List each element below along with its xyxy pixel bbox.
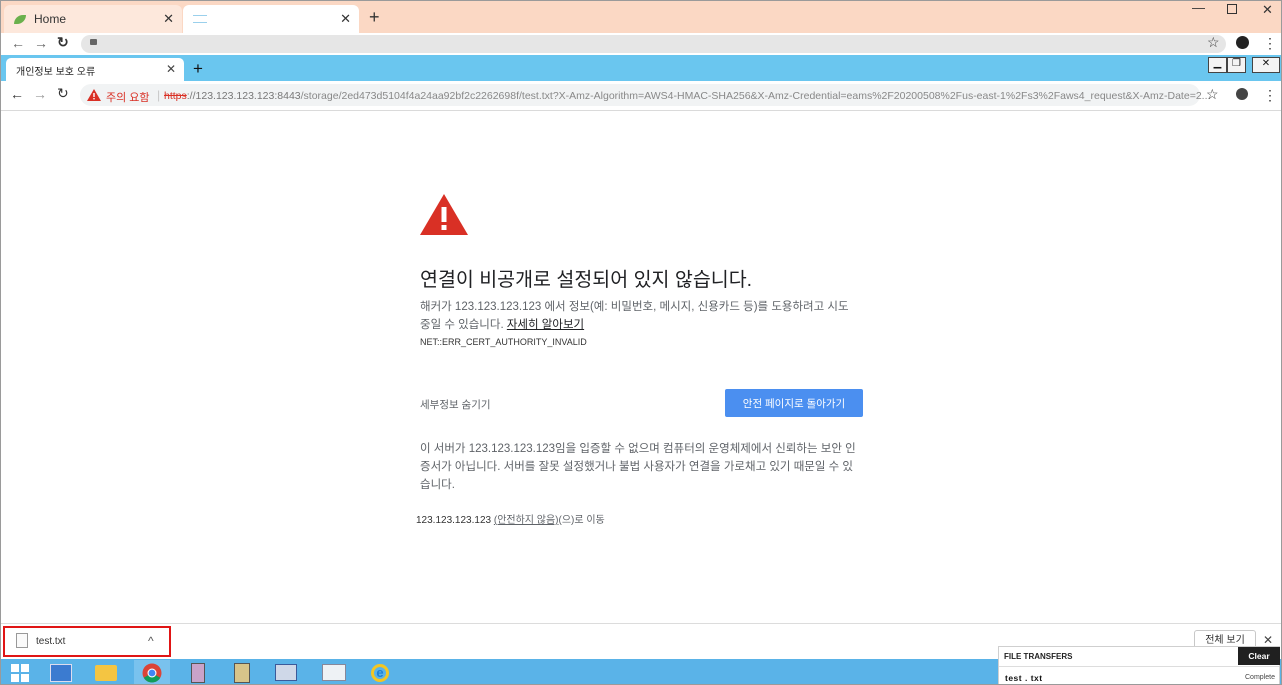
- window-border: [0, 0, 1282, 685]
